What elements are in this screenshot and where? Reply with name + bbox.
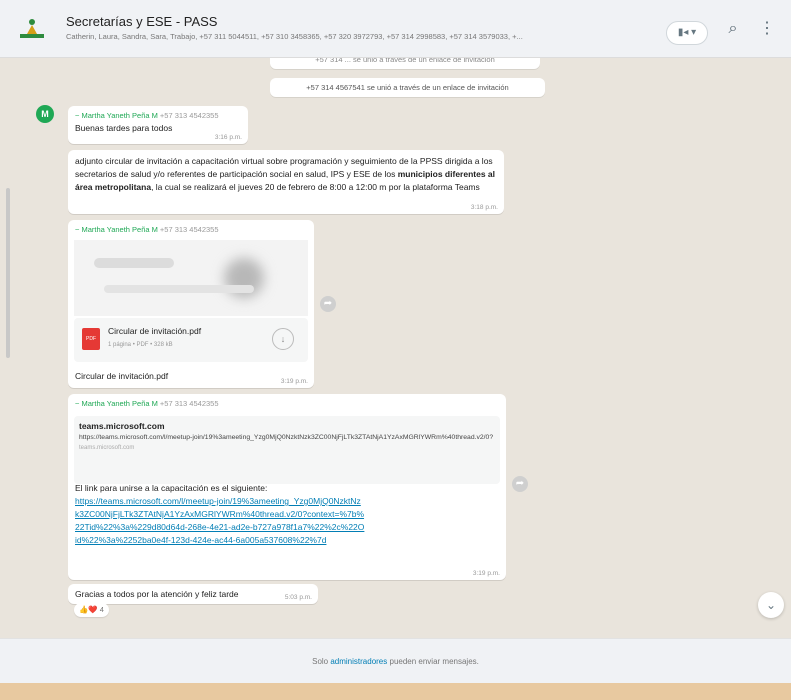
message-text: adjunto circular de invitación a capacit… bbox=[68, 150, 504, 199]
reactions-badge[interactable]: 👍❤️ 4 bbox=[74, 603, 109, 617]
message-text: El link para unirse a la capacitación es… bbox=[75, 483, 268, 493]
message-list[interactable]: +57 314 ... se unió a través de un enlac… bbox=[0, 58, 791, 638]
group-avatar-icon[interactable] bbox=[20, 16, 44, 40]
pdf-icon: PDF bbox=[82, 328, 100, 350]
message-time: 3:18 p.m. bbox=[470, 204, 498, 211]
document-thumbnail[interactable] bbox=[74, 240, 308, 316]
link-preview-url: https://teams.microsoft.com/l/meetup-joi… bbox=[79, 434, 494, 441]
sender-name[interactable]: ~ Martha Yaneth Peña M bbox=[75, 111, 158, 120]
message-time: 3:19 p.m. bbox=[472, 570, 500, 577]
message-time: 3:16 p.m. bbox=[214, 134, 242, 141]
notice-text: pueden enviar mensajes. bbox=[387, 657, 479, 666]
reaction-count: 4 bbox=[99, 605, 104, 614]
link-preview-domain: teams.microsoft.com bbox=[79, 445, 135, 451]
admins-only-notice: Solo administradores pueden enviar mensa… bbox=[0, 638, 791, 684]
system-message-joined: +57 314 4567541 se unió a través de un e… bbox=[270, 78, 545, 97]
message-text-part: , la cual se realizará el jueves 20 de f… bbox=[151, 182, 480, 192]
scroll-down-button[interactable]: ⌄ bbox=[758, 592, 784, 618]
download-icon[interactable]: ↓ bbox=[272, 328, 294, 350]
message-sender[interactable]: ~ Martha Yaneth Peña M +57 313 4542355 bbox=[68, 220, 314, 234]
chat-header[interactable]: Secretarías y ESE - PASS Catherin, Laura… bbox=[0, 0, 791, 58]
message-time: 5:03 p.m. bbox=[284, 594, 312, 601]
admins-link[interactable]: administradores bbox=[330, 657, 387, 666]
search-icon[interactable]: ⌕ bbox=[722, 18, 744, 40]
message-bubble[interactable]: Gracias a todos por la atención y feliz … bbox=[68, 584, 318, 604]
link-message[interactable]: ~ Martha Yaneth Peña M +57 313 4542355 te… bbox=[68, 394, 506, 580]
document-name[interactable]: Circular de invitación.pdf bbox=[108, 326, 201, 336]
sender-avatar[interactable]: M bbox=[36, 105, 54, 123]
bottom-strip bbox=[0, 683, 791, 700]
link-preview[interactable]: teams.microsoft.com https://teams.micros… bbox=[74, 416, 500, 484]
message-sender[interactable]: ~ Martha Yaneth Peña M +57 313 4542355 bbox=[68, 394, 506, 408]
link-preview-title: teams.microsoft.com bbox=[79, 421, 165, 431]
message-text: Gracias a todos por la atención y feliz … bbox=[75, 589, 239, 599]
document-message[interactable]: ~ Martha Yaneth Peña M +57 313 4542355 PD… bbox=[68, 220, 314, 388]
message-sender[interactable]: ~ Martha Yaneth Peña M +57 313 4542355 bbox=[68, 106, 248, 120]
document-card[interactable]: PDF Circular de invitación.pdf 1 página … bbox=[74, 318, 308, 362]
menu-icon[interactable]: ⋮ bbox=[756, 18, 778, 40]
message-bubble[interactable]: adjunto circular de invitación a capacit… bbox=[68, 150, 504, 214]
forward-icon[interactable]: ➦ bbox=[320, 296, 336, 312]
sender-name[interactable]: ~ Martha Yaneth Peña M bbox=[75, 225, 158, 234]
sender-number: +57 313 4542355 bbox=[159, 399, 219, 408]
sender-name[interactable]: ~ Martha Yaneth Peña M bbox=[75, 399, 158, 408]
scrollbar[interactable] bbox=[6, 188, 10, 358]
document-caption: Circular de invitación.pdf bbox=[75, 371, 169, 381]
sender-number: +57 313 4542355 bbox=[159, 225, 219, 234]
sender-number: +57 313 4542355 bbox=[159, 111, 219, 120]
message-time: 3:19 p.m. bbox=[280, 378, 308, 385]
video-call-button[interactable]: ▮◂ ▾ bbox=[666, 21, 708, 45]
notice-text: Solo bbox=[312, 657, 331, 666]
meeting-link[interactable]: https://teams.microsoft.com/l/meetup-joi… bbox=[75, 495, 365, 547]
forward-icon[interactable]: ➦ bbox=[512, 476, 528, 492]
document-meta: 1 página • PDF • 328 kB bbox=[108, 342, 173, 348]
message-bubble[interactable]: ~ Martha Yaneth Peña M +57 313 4542355 Bu… bbox=[68, 106, 248, 144]
system-message: +57 314 ... se unió a través de un enlac… bbox=[270, 58, 540, 69]
chat-title[interactable]: Secretarías y ESE - PASS bbox=[66, 14, 217, 29]
participants-list[interactable]: Catherin, Laura, Sandra, Sara, Trabajo, … bbox=[66, 32, 626, 41]
reaction-emojis: 👍❤️ bbox=[79, 605, 98, 614]
